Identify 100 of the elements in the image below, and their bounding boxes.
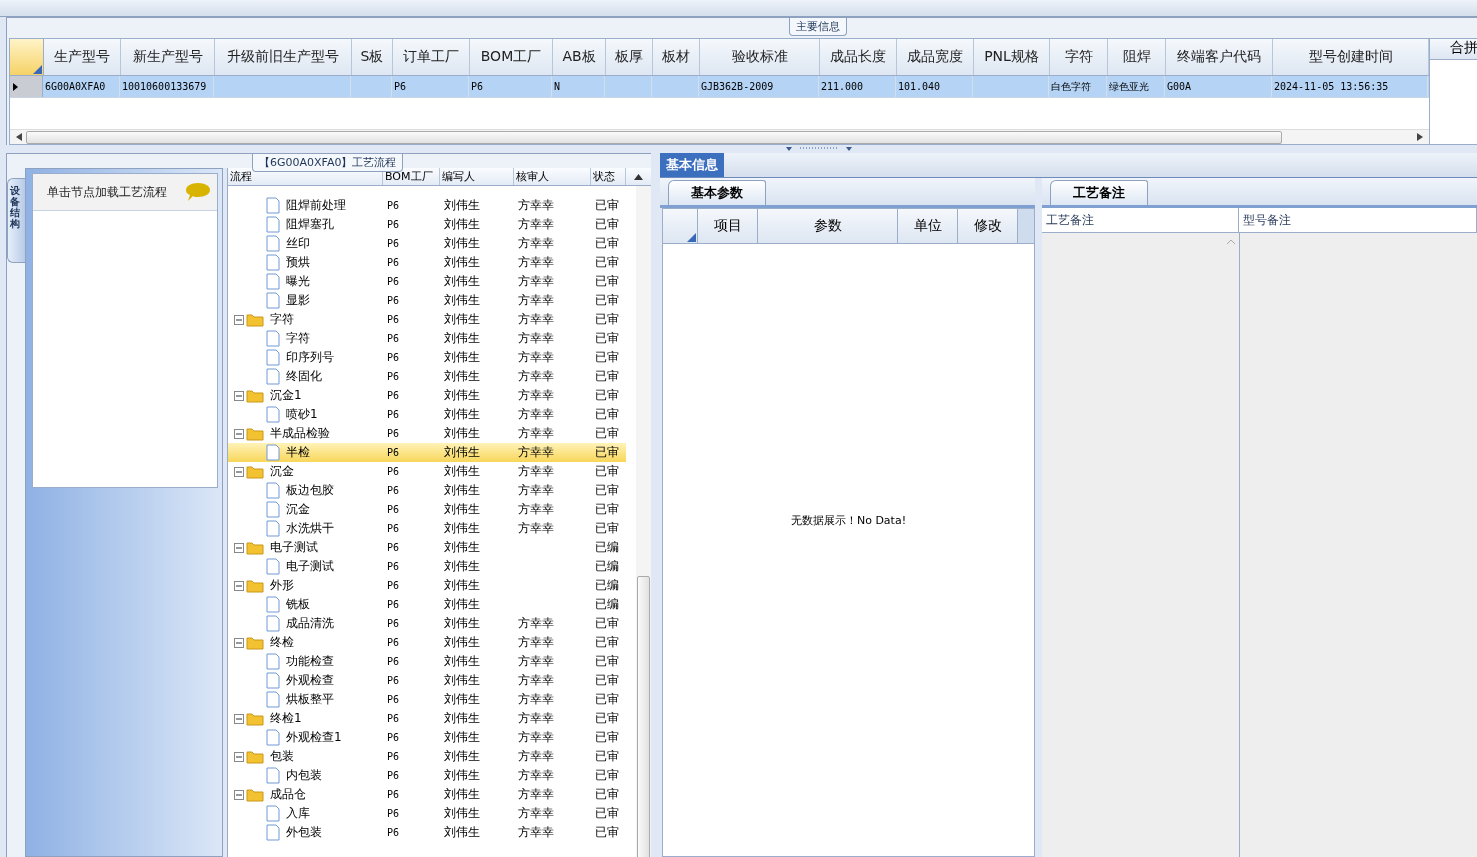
column-header[interactable]: BOM工厂 <box>470 39 553 75</box>
tree-row[interactable]: 丝印 P6 刘伟生 方幸幸 已审 <box>228 234 626 253</box>
column-header[interactable]: 新生产型号 <box>121 39 215 75</box>
tree-row[interactable]: 曝光 P6 刘伟生 方幸幸 已审 <box>228 272 626 291</box>
column-header[interactable]: 参数 <box>758 209 898 243</box>
table-cell: GJB362B-2009 <box>699 76 819 97</box>
table-cell-text: 刘伟生 <box>443 197 481 214</box>
tree-row[interactable]: 功能检查 P6 刘伟生 方幸幸 已审 <box>228 652 626 671</box>
tree-row[interactable]: 阻焊塞孔 P6 刘伟生 方幸幸 已审 <box>228 215 626 234</box>
column-header[interactable]: 板厚 <box>606 39 653 75</box>
tab[interactable]: 基本参数 <box>668 180 766 205</box>
tree-row[interactable]: 外形 P6 刘伟生 已编 <box>228 576 626 595</box>
tree-row[interactable]: 喷砂1 P6 刘伟生 方幸幸 已审 <box>228 405 626 424</box>
folder-icon <box>246 635 264 650</box>
table-cell-text: 已审 <box>594 292 620 309</box>
table-cell-text: 已编 <box>594 539 620 556</box>
document-icon <box>266 406 280 423</box>
tree-row[interactable]: 内包装 P6 刘伟生 方幸幸 已审 <box>228 766 626 785</box>
scroll-up-icon[interactable] <box>634 173 643 180</box>
table-cell-text: 已审 <box>594 425 620 442</box>
column-header[interactable]: 项目 <box>698 209 758 243</box>
grid-row[interactable]: 6G00A0XFA0 10010600133679 P6 P6 N GJB362B-2009 211.000 101.040 白色字符 绿色亚光 G00A 2024-11-05 13:56:35 <box>10 76 1429 98</box>
collapse-icon[interactable] <box>234 580 244 591</box>
table-cell-text: 已审 <box>594 444 620 461</box>
tree-row[interactable]: 外观检查1 P6 刘伟生 方幸幸 已审 <box>228 728 626 747</box>
column-header[interactable]: PNL规格 <box>974 39 1050 75</box>
tree-row[interactable]: 字符 P6 刘伟生 方幸幸 已审 <box>228 329 626 348</box>
tree-row[interactable]: 印序列号 P6 刘伟生 方幸幸 已审 <box>228 348 626 367</box>
table-cell-text: P6 <box>386 446 401 460</box>
tree-row[interactable]: 阻焊前处理 P6 刘伟生 方幸幸 已审 <box>228 196 626 215</box>
splitter-handle-icon[interactable] <box>785 146 852 152</box>
tab[interactable]: 基本信息 <box>660 153 724 177</box>
column-header[interactable]: 阻焊 <box>1108 39 1166 75</box>
column-header[interactable]: 字符 <box>1050 39 1108 75</box>
scroll-left-icon[interactable] <box>16 133 22 141</box>
table-cell-text: P6 <box>386 313 401 327</box>
column-header: 型号备注 <box>1239 208 1477 232</box>
column-header[interactable]: 型号创建时间 <box>1273 39 1429 75</box>
column-header[interactable]: 终端客户代码 <box>1166 39 1273 75</box>
table-cell-text: 刘伟生 <box>443 311 481 328</box>
column-header[interactable]: 编写人 <box>440 168 514 185</box>
column-header[interactable]: 单位 <box>898 209 958 243</box>
tree-row[interactable]: 成品清洗 P6 刘伟生 方幸幸 已审 <box>228 614 626 633</box>
column-header[interactable]: 流程 <box>228 168 383 185</box>
collapse-icon[interactable] <box>234 637 244 648</box>
collapse-icon[interactable] <box>234 789 244 800</box>
horizontal-scrollbar[interactable] <box>10 129 1429 144</box>
tree-row[interactable]: 显影 P6 刘伟生 方幸幸 已审 <box>228 291 626 310</box>
table-cell-text: 刘伟生 <box>443 406 481 423</box>
table-cell-text: P6 <box>386 617 401 631</box>
tree-row[interactable]: 半成品检验 P6 刘伟生 方幸幸 已审 <box>228 424 626 443</box>
column-header[interactable]: BOM工厂 <box>383 168 440 185</box>
column-header[interactable]: 合拼 <box>1430 39 1477 60</box>
tree-row[interactable]: 板边包胶 P6 刘伟生 方幸幸 已审 <box>228 481 626 500</box>
folder-icon <box>246 426 264 441</box>
tree-row[interactable]: 外包装 P6 刘伟生 方幸幸 已审 <box>228 823 626 842</box>
tree-row[interactable]: 终检1 P6 刘伟生 方幸幸 已审 <box>228 709 626 728</box>
tree-row[interactable]: 电子测试 P6 刘伟生 已编 <box>228 557 626 576</box>
collapse-icon[interactable] <box>234 751 244 762</box>
tree-row[interactable]: 字符 P6 刘伟生 方幸幸 已审 <box>228 310 626 329</box>
tree-row[interactable]: 终检 P6 刘伟生 方幸幸 已审 <box>228 633 626 652</box>
tree-row[interactable]: 外观检查 P6 刘伟生 方幸幸 已审 <box>228 671 626 690</box>
column-header[interactable]: 生产型号 <box>44 39 121 75</box>
collapse-icon[interactable] <box>234 466 244 477</box>
column-header[interactable]: 升级前旧生产型号 <box>215 39 352 75</box>
tree-row[interactable]: 成品仓 P6 刘伟生 方幸幸 已审 <box>228 785 626 804</box>
tree-row[interactable]: 铣板 P6 刘伟生 已编 <box>228 595 626 614</box>
column-header[interactable]: 核审人 <box>514 168 591 185</box>
column-header[interactable]: 验收标准 <box>700 39 820 75</box>
tree-row[interactable]: 包装 P6 刘伟生 方幸幸 已审 <box>228 747 626 766</box>
tree-row[interactable]: 入库 P6 刘伟生 方幸幸 已审 <box>228 804 626 823</box>
tree-row[interactable]: 沉金 P6 刘伟生 方幸幸 已审 <box>228 462 626 481</box>
tree-row[interactable]: 半检 P6 刘伟生 方幸幸 已审 <box>228 443 626 462</box>
collapse-icon[interactable] <box>234 390 244 401</box>
tree-row[interactable]: 电子测试 P6 刘伟生 已编 <box>228 538 626 557</box>
collapse-icon[interactable] <box>234 713 244 724</box>
column-header[interactable]: S板 <box>352 39 393 75</box>
tree-row[interactable]: 终固化 P6 刘伟生 方幸幸 已审 <box>228 367 626 386</box>
column-header[interactable]: 成品长度 <box>820 39 897 75</box>
tree-row[interactable]: 沉金 P6 刘伟生 方幸幸 已审 <box>228 500 626 519</box>
tree-row[interactable]: 烘板整平 P6 刘伟生 方幸幸 已审 <box>228 690 626 709</box>
column-header[interactable]: AB板 <box>553 39 606 75</box>
vertical-scrollbar[interactable] <box>636 186 651 857</box>
column-header[interactable]: 状态 <box>591 168 626 185</box>
table-cell: 方幸幸 <box>518 729 554 746</box>
tab[interactable]: 工艺备注 <box>1050 180 1148 205</box>
collapse-icon[interactable] <box>234 542 244 553</box>
tree-row[interactable]: 水洗烘干 P6 刘伟生 方幸幸 已审 <box>228 519 626 538</box>
folder-icon <box>246 312 264 327</box>
side-tab[interactable]: 设备结构 <box>7 178 25 263</box>
column-header[interactable]: 板材 <box>653 39 700 75</box>
column-header[interactable]: 成品宽度 <box>897 39 974 75</box>
collapse-icon[interactable] <box>234 314 244 325</box>
column-header[interactable]: 修改 <box>958 209 1018 243</box>
tree-row[interactable]: 预烘 P6 刘伟生 方幸幸 已审 <box>228 253 626 272</box>
scroll-right-icon[interactable] <box>1417 133 1423 141</box>
tree-row[interactable]: 沉金1 P6 刘伟生 方幸幸 已审 <box>228 386 626 405</box>
collapse-icon[interactable] <box>234 428 244 439</box>
tree-node-label: 外观检查 <box>286 672 334 689</box>
column-header[interactable]: 订单工厂 <box>393 39 470 75</box>
